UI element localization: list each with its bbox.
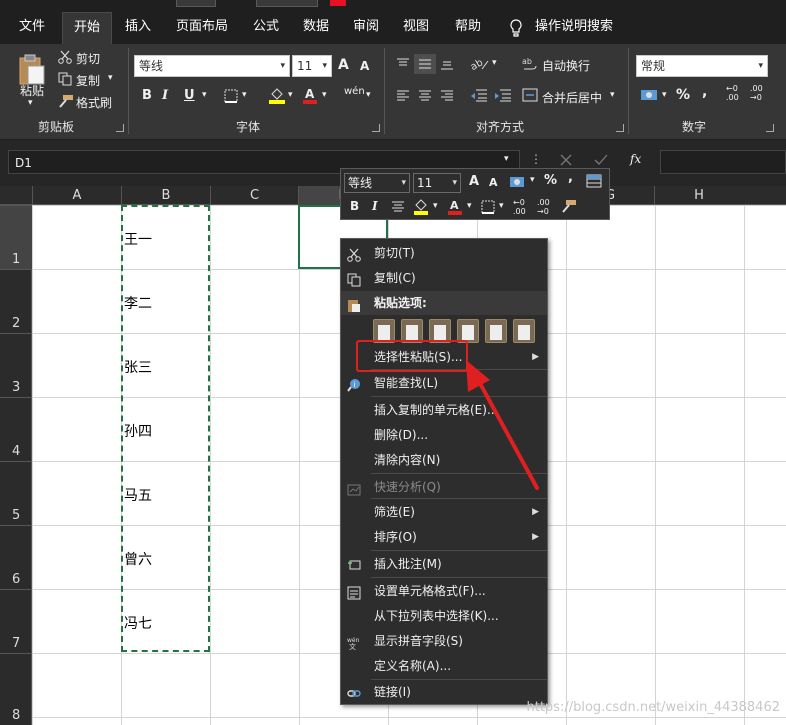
annotation-arrow-icon	[466, 360, 539, 490]
watermark: https://blog.csdn.net/weixin_44388462	[526, 700, 780, 715]
